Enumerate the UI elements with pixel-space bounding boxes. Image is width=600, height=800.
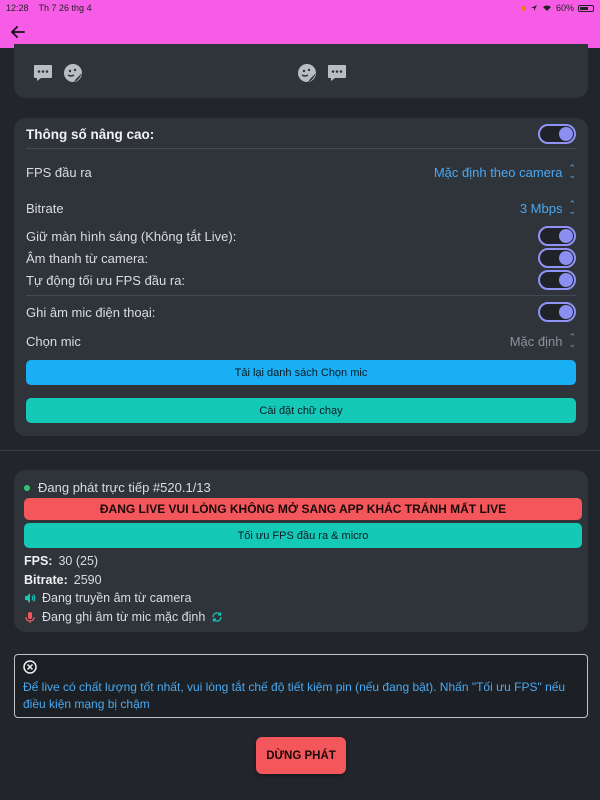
camera-audio-label: Âm thanh từ camera: (26, 250, 149, 266)
live-title-row: Đang phát trực tiếp #520.1/13 (24, 480, 211, 495)
keep-screen-toggle[interactable] (538, 226, 576, 246)
fps-stat: FPS: 30 (25) (24, 554, 98, 568)
record-mic-label: Ghi âm mic điện thoại: (26, 304, 156, 320)
fps-stat-label: FPS: (24, 554, 53, 568)
live-status-card: Đang phát trực tiếp #520.1/13 ĐANG LIVE … (14, 470, 588, 632)
status-indicators: 60% (520, 3, 594, 13)
live-warning-banner: ĐANG LIVE VUI LÒNG KHÔNG MỞ SANG APP KHÁ… (24, 498, 582, 520)
bitrate-select-value: 3 Mbps (519, 200, 563, 216)
stop-stream-button[interactable]: DỪNG PHÁT (256, 737, 346, 774)
right-chat-icons (296, 62, 348, 84)
optimize-fps-button[interactable]: Tối ưu FPS đầu ra & micro (24, 523, 582, 548)
comment-icon[interactable] (32, 62, 54, 84)
refresh-icon[interactable] (211, 611, 223, 623)
choose-mic-label: Chọn mic (26, 333, 81, 349)
auto-fps-toggle[interactable] (538, 270, 576, 290)
bitrate-select[interactable]: 3 Mbps ⌃ ⌄ (519, 199, 576, 216)
keep-screen-row: Giữ màn hình sáng (Không tắt Live): (26, 226, 576, 246)
wifi-icon (542, 5, 551, 11)
mic-status: Đang ghi âm từ mic mặc định (24, 610, 223, 624)
record-mic-toggle[interactable] (538, 302, 576, 322)
camera-audio-row: Âm thanh từ camera: (26, 248, 576, 268)
fps-select-value: Mặc định theo camera (433, 164, 563, 180)
recording-dot-icon (520, 5, 526, 11)
mic-status-text: Đang ghi âm từ mic mặc định (42, 610, 206, 624)
sticker-icon[interactable] (296, 62, 318, 84)
ticker-settings-button[interactable]: Cài đặt chữ chạy (26, 398, 576, 423)
status-date: Th 7 26 thg 4 (38, 3, 92, 13)
mic-select[interactable]: Mặc định ⌃ ⌄ (509, 332, 576, 349)
status-time: 12:28 (6, 3, 29, 13)
bitrate-label: Bitrate (26, 200, 64, 216)
divider (26, 148, 576, 149)
status-bar: 12:28 Th 7 26 thg 4 60% (0, 0, 600, 16)
fps-select[interactable]: Mặc định theo camera ⌃ ⌄ (433, 163, 576, 180)
battery-percent: 60% (555, 3, 574, 13)
auto-fps-row: Tự động tối ưu FPS đầu ra: (26, 270, 576, 290)
app-header: 12:28 Th 7 26 thg 4 60% (0, 0, 600, 48)
advanced-settings-card: Thông số nâng cao: FPS đầu ra Mặc định t… (14, 118, 588, 436)
camera-audio-status: Đang truyền âm từ camera (24, 591, 191, 605)
left-chat-icons (32, 62, 84, 84)
reload-mic-list-button[interactable]: Tải lại danh sách Chọn mic (26, 360, 576, 385)
chevron-up-down-icon: ⌃ ⌄ (568, 332, 576, 349)
comment-icon[interactable] (326, 62, 348, 84)
advanced-toggle-row: Thông số nâng cao: (26, 124, 576, 144)
camera-audio-status-text: Đang truyền âm từ camera (42, 591, 192, 605)
bitrate-stat: Bitrate: 2590 (24, 573, 102, 587)
arrow-left-icon (11, 26, 25, 38)
divider (26, 295, 576, 296)
fps-stat-value: 30 (25) (58, 554, 99, 568)
battery-icon (578, 4, 594, 12)
speaker-icon (25, 593, 36, 603)
chevron-up-down-icon: ⌃ ⌄ (568, 199, 576, 216)
back-button[interactable] (8, 22, 28, 42)
microphone-icon (25, 611, 35, 623)
record-mic-row: Ghi âm mic điện thoại: (26, 302, 576, 322)
mic-select-value: Mặc định (509, 333, 563, 349)
live-indicator-icon (24, 484, 30, 491)
choose-mic-row: Chọn mic Mặc định ⌃ ⌄ (26, 331, 576, 351)
fps-label: FPS đầu ra (26, 164, 92, 180)
auto-fps-label: Tự động tối ưu FPS đầu ra: (26, 272, 186, 288)
location-icon (530, 5, 537, 11)
section-divider (0, 450, 600, 451)
sticker-icon[interactable] (62, 62, 84, 84)
advanced-title: Thông số nâng cao: (26, 126, 155, 142)
fps-row: FPS đầu ra Mặc định theo camera ⌃ ⌄ (26, 162, 576, 182)
battery-notice: Để live có chất lượng tốt nhất, vui lòng… (14, 654, 588, 718)
keep-screen-label: Giữ màn hình sáng (Không tắt Live): (26, 228, 237, 244)
close-circle-icon[interactable] (23, 660, 37, 674)
chevron-up-down-icon: ⌃ ⌄ (568, 163, 576, 180)
camera-audio-toggle[interactable] (538, 248, 576, 268)
bitrate-stat-label: Bitrate: (24, 573, 68, 587)
notice-text: Để live có chất lượng tốt nhất, vui lòng… (23, 680, 566, 711)
bitrate-stat-value: 2590 (73, 573, 102, 587)
bitrate-row: Bitrate 3 Mbps ⌃ ⌄ (26, 198, 576, 218)
advanced-toggle[interactable] (538, 124, 576, 144)
live-title: Đang phát trực tiếp #520.1/13 (38, 480, 211, 495)
